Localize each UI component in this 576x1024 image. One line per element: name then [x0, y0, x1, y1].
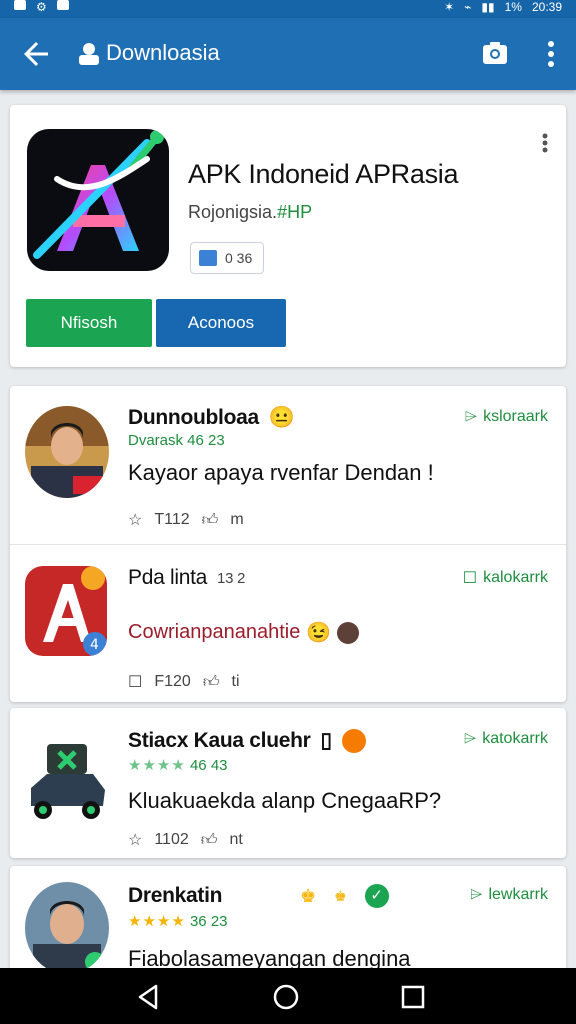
more-vert-icon[interactable] — [546, 40, 556, 68]
bookmark-label: katokarrk — [482, 730, 548, 747]
checkbox-icon: ☐ — [462, 570, 478, 587]
reviewer-name: Dunnoubloaa 😐 — [128, 406, 295, 430]
bookmark-label: lewkarrk — [488, 886, 548, 903]
review-text: Cowrianpananahtie — [128, 621, 301, 643]
reviewer-name: Pda linta 13 2 — [128, 566, 245, 590]
app-logo-icon — [27, 129, 169, 271]
system-nav-bar — [0, 968, 576, 1024]
reply-label: nt — [229, 831, 243, 848]
notification-icon — [14, 0, 26, 10]
size-chip: 0 36 — [190, 242, 264, 274]
developer-name[interactable]: Rojonigsia.#HP — [188, 202, 312, 223]
reply-label: m — [230, 511, 244, 528]
bookmark-button[interactable]: ⌲ ksloraark — [465, 408, 548, 426]
reply-label: ti — [231, 673, 240, 690]
bookmark-button[interactable]: ⌲ lewkarrk — [470, 886, 548, 904]
reviews-card: Dunnoubloaa 😐 Dvarask 46 23 Kayaor apaya… — [10, 386, 566, 702]
user-icon — [79, 43, 99, 65]
reviewer-name: Stiacx Kaua cluehr ▯ — [128, 728, 366, 753]
nav-recents-icon[interactable] — [398, 982, 428, 1012]
primary-action-button[interactable]: Nfisosh — [26, 299, 152, 347]
review-meta: ☆ T112 👍︎ m — [128, 510, 244, 530]
review-meta: ☐ F120 👍︎ ti — [128, 672, 240, 692]
review-date: ★★★★ 36 23 — [128, 912, 228, 930]
rating-stars: ★★★★ — [128, 913, 186, 930]
likes-count: T112 — [154, 511, 190, 528]
thumb-up-icon[interactable]: 👍︎ — [202, 511, 219, 530]
avatar[interactable] — [25, 730, 109, 822]
bookmark-button[interactable]: ☐ kalokarrk — [463, 568, 548, 588]
app-detail-card: APK Indoneid APRasia Rojonigsia.#HP 0 36… — [10, 105, 566, 367]
nav-home-icon[interactable] — [271, 982, 301, 1012]
thumb-up-icon[interactable]: 👍︎ — [201, 831, 218, 850]
review-item: Dunnoubloaa 😐 Dvarask 46 23 Kayaor apaya… — [10, 386, 566, 544]
review-meta: ☆ 1102 👍︎ nt — [128, 830, 243, 850]
likes-count: F120 — [154, 673, 191, 690]
tag-icon: ⌲ — [464, 408, 478, 425]
signal-icon: ▮▮ — [481, 0, 495, 14]
camera-icon[interactable] — [482, 40, 508, 66]
emoji-icon: 😉 — [306, 622, 332, 644]
secondary-action-button[interactable]: Aconoos — [156, 299, 286, 347]
reviewer-name-text: Stiacx Kaua cluehr — [128, 728, 311, 752]
emoji-icon: 😐 — [268, 406, 295, 429]
bluetooth-icon: ✶ — [444, 0, 455, 14]
star-outline-icon[interactable]: ☆ — [128, 510, 142, 530]
bookmark-label: kalokarrk — [483, 569, 548, 586]
settings-icon: ⚙ — [36, 0, 47, 14]
status-bar: ⚙ ✶ ⌁ ▮▮ 1% 20:39 — [0, 0, 576, 18]
review-date-text: 36 23 — [189, 913, 228, 930]
tag-icon: ⌲ — [469, 886, 483, 903]
clock: 20:39 — [531, 0, 562, 14]
vibrate-icon: ⌁ — [464, 0, 472, 14]
review-date-text: 46 43 — [189, 757, 228, 774]
reviewer-name-text: Drenkatin — [128, 884, 223, 907]
review-sub: 13 2 — [217, 569, 246, 587]
notification-icon — [56, 0, 69, 10]
review-text: Kluakuaekda alanp CnegaaRP? — [128, 788, 442, 813]
app-name: APK Indoneid APRasia — [188, 159, 459, 189]
battery-level: 1% — [504, 0, 522, 14]
developer-tag: #HP — [277, 202, 313, 222]
likes-count: 1102 — [154, 831, 189, 848]
review-item: Stiacx Kaua cluehr ▯ ★★★★ 46 43 Kluakuae… — [10, 708, 566, 858]
face-avatar-icon — [337, 621, 360, 644]
nav-back-icon[interactable] — [134, 982, 164, 1012]
reviewer-badges: ♚ ♚ ✓ — [300, 884, 389, 908]
review-item: 4 Pda linta 13 2 Cowrianpananahtie 😉 ☐ F… — [10, 544, 566, 702]
arrow-back-icon[interactable] — [18, 36, 54, 72]
star-outline-icon[interactable]: ☆ — [128, 830, 142, 850]
developer-label: Rojonigsia. — [188, 202, 278, 222]
check-circle-icon: ✓ — [364, 884, 389, 908]
reviews-card: Stiacx Kaua cluehr ▯ ★★★★ 46 43 Kluakuae… — [10, 708, 566, 858]
avatar[interactable] — [25, 406, 109, 498]
app-bar-title-group: Downloasia — [78, 40, 220, 66]
size-value: 0 36 — [225, 250, 253, 266]
rating-stars: ★★★★ — [128, 757, 186, 774]
trophy-icon: ♚ — [300, 885, 317, 906]
thumb-up-icon[interactable]: 👍︎ — [203, 673, 220, 692]
app-bar-title: Downloasia — [106, 40, 220, 65]
reviewer-name-text: Dunnoubloaa — [128, 406, 259, 429]
svg-text:4: 4 — [90, 637, 99, 653]
card-more-icon[interactable] — [542, 133, 548, 153]
review-date: Dvarask 46 23 — [128, 432, 225, 449]
checkbox-icon[interactable]: ☐ — [128, 672, 142, 692]
avatar[interactable]: 4 — [25, 566, 107, 656]
reviewer-name: Drenkatin — [128, 884, 222, 908]
review-text: Kayaor apaya rvenfar Dendan ! — [128, 460, 434, 485]
trophy-icon: ♚ — [334, 887, 347, 904]
fire-icon — [341, 728, 366, 753]
reviewer-name-text: Pda linta — [128, 566, 208, 589]
tag-icon: ⌲ — [463, 730, 477, 747]
review-text-row: Cowrianpananahtie 😉 — [128, 620, 360, 645]
bookmark-button[interactable]: ⌲ katokarrk — [464, 730, 548, 748]
app-bar: Downloasia — [0, 18, 576, 90]
avatar[interactable] — [25, 882, 109, 974]
file-icon — [199, 250, 217, 266]
bookmark-label: ksloraark — [483, 408, 548, 425]
review-date: ★★★★ 46 43 — [128, 756, 228, 774]
square-icon: ▯ — [320, 729, 333, 752]
